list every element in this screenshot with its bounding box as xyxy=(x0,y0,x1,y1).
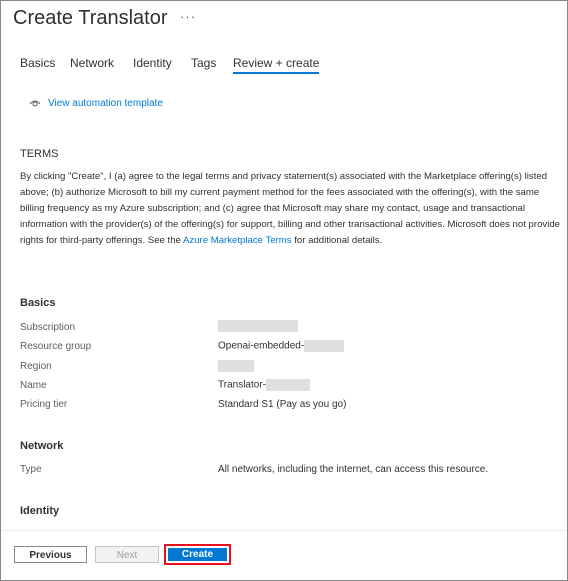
create-button[interactable]: Create xyxy=(168,548,227,561)
name-value: Translator- xyxy=(218,379,310,391)
redacted-value xyxy=(218,320,298,332)
resource-group-label: Resource group xyxy=(20,341,92,352)
previous-button[interactable]: Previous xyxy=(14,546,87,563)
region-label: Region xyxy=(20,361,52,372)
basics-heading: Basics xyxy=(20,297,56,309)
view-automation-template-link[interactable]: View automation template xyxy=(48,98,163,109)
subscription-value xyxy=(218,320,298,332)
name-text: Translator- xyxy=(218,379,266,391)
eye-icon xyxy=(29,100,41,107)
create-translator-panel: Create Translator ··· Basics Network Ide… xyxy=(0,0,568,581)
redacted-value xyxy=(304,340,345,352)
network-heading: Network xyxy=(20,440,64,452)
region-value xyxy=(218,360,254,372)
page-title: Create Translator xyxy=(13,7,168,29)
identity-heading: Identity xyxy=(20,505,60,517)
tab-review-create[interactable]: Review + create xyxy=(233,56,320,74)
create-button-highlight: Create xyxy=(164,544,231,565)
pricing-tier-value: Standard S1 (Pay as you go) xyxy=(218,399,347,410)
more-options-icon[interactable]: ··· xyxy=(180,9,196,24)
pricing-tier-label: Pricing tier xyxy=(20,399,68,410)
terms-body-end: for additional details. xyxy=(291,235,383,246)
terms-heading: TERMS xyxy=(20,148,59,160)
azure-marketplace-terms-link[interactable]: Azure Marketplace Terms xyxy=(183,235,292,246)
resource-group-text: Openai-embedded- xyxy=(218,340,305,352)
tab-network[interactable]: Network xyxy=(70,56,114,70)
terms-text: By clicking "Create", I (a) agree to the… xyxy=(20,169,560,249)
footer-divider xyxy=(1,530,567,531)
name-label: Name xyxy=(20,380,47,391)
network-type-value: All networks, including the internet, ca… xyxy=(218,464,489,475)
redacted-value xyxy=(265,379,310,391)
subscription-label: Subscription xyxy=(20,322,76,333)
redacted-value xyxy=(218,360,254,372)
tab-basics[interactable]: Basics xyxy=(20,56,55,70)
tab-identity[interactable]: Identity xyxy=(133,56,172,70)
network-type-label: Type xyxy=(20,464,42,475)
resource-group-value: Openai-embedded- xyxy=(218,340,345,352)
tab-tags[interactable]: Tags xyxy=(191,56,216,70)
next-button[interactable]: Next xyxy=(95,546,159,563)
